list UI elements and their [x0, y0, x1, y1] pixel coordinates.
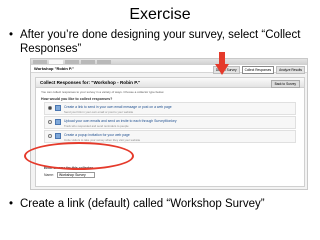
option-label: Upload your own emails and send an invit…: [64, 119, 177, 123]
tab-collect-responses[interactable]: Collect Responses: [241, 66, 275, 74]
intro-text: You can collect responses to your survey…: [41, 90, 165, 94]
popup-icon: [55, 133, 61, 139]
highlight-ellipse: [24, 142, 134, 170]
option-description: Send your link in your own email or post…: [64, 110, 134, 114]
radio-unselected[interactable]: [48, 134, 52, 138]
tab-analyze-results[interactable]: Analyze Results: [276, 66, 305, 74]
slide-title: Exercise: [129, 6, 191, 23]
bullet-glyph: •: [9, 29, 14, 41]
link-icon: [55, 105, 61, 111]
survey-title: Workshop "Robin P.": [34, 66, 75, 71]
bullet-text: After you’re done designing your survey,…: [20, 29, 301, 55]
radio-unselected[interactable]: [48, 120, 52, 124]
email-icon: [55, 119, 61, 125]
option-label: Create a link to send in your own email …: [64, 105, 172, 109]
embedded-screenshot: Workshop "Robin P." Design Survey Collec…: [30, 58, 308, 190]
nav-item[interactable]: [33, 60, 47, 64]
panel-header: Collect Responses for: "Workshop - Robin…: [36, 78, 304, 88]
name-label: Name:: [44, 173, 54, 177]
panel-title: Collect Responses for: "Workshop - Robin…: [40, 80, 141, 85]
radio-selected[interactable]: [48, 106, 52, 110]
option-description: Track who responded and send reminders t…: [64, 124, 129, 128]
nav-item-selected[interactable]: [49, 60, 63, 64]
collector-option-email[interactable]: Upload your own emails and send an invit…: [44, 116, 296, 129]
option-label: Create a popup invitation for your web p…: [64, 133, 130, 137]
bullet-glyph: •: [9, 198, 14, 210]
back-to-survey-button[interactable]: Back to Survey: [270, 80, 300, 88]
collector-option-web-link[interactable]: Create a link to send in your own email …: [44, 102, 296, 115]
nav-item[interactable]: [97, 60, 111, 64]
collect-responses-panel: Collect Responses for: "Workshop - Robin…: [35, 77, 305, 187]
red-arrow-icon: [215, 52, 229, 75]
nav-item[interactable]: [65, 60, 79, 64]
collector-question: How would you like to collect responses?: [41, 97, 113, 101]
nav-item[interactable]: [81, 60, 95, 64]
bullet-text: Create a link (default) called “Workshop…: [20, 198, 265, 210]
bullet-collect-responses: • After you’re done designing your surve…: [9, 29, 309, 56]
collector-name-row: Name: Workshop Survey: [44, 172, 154, 178]
bullet-create-link: • Create a link (default) called “Worksh…: [9, 198, 309, 212]
survey-tab-row: Workshop "Robin P." Design Survey Collec…: [31, 65, 307, 74]
collector-name-input[interactable]: Workshop Survey: [57, 172, 95, 178]
